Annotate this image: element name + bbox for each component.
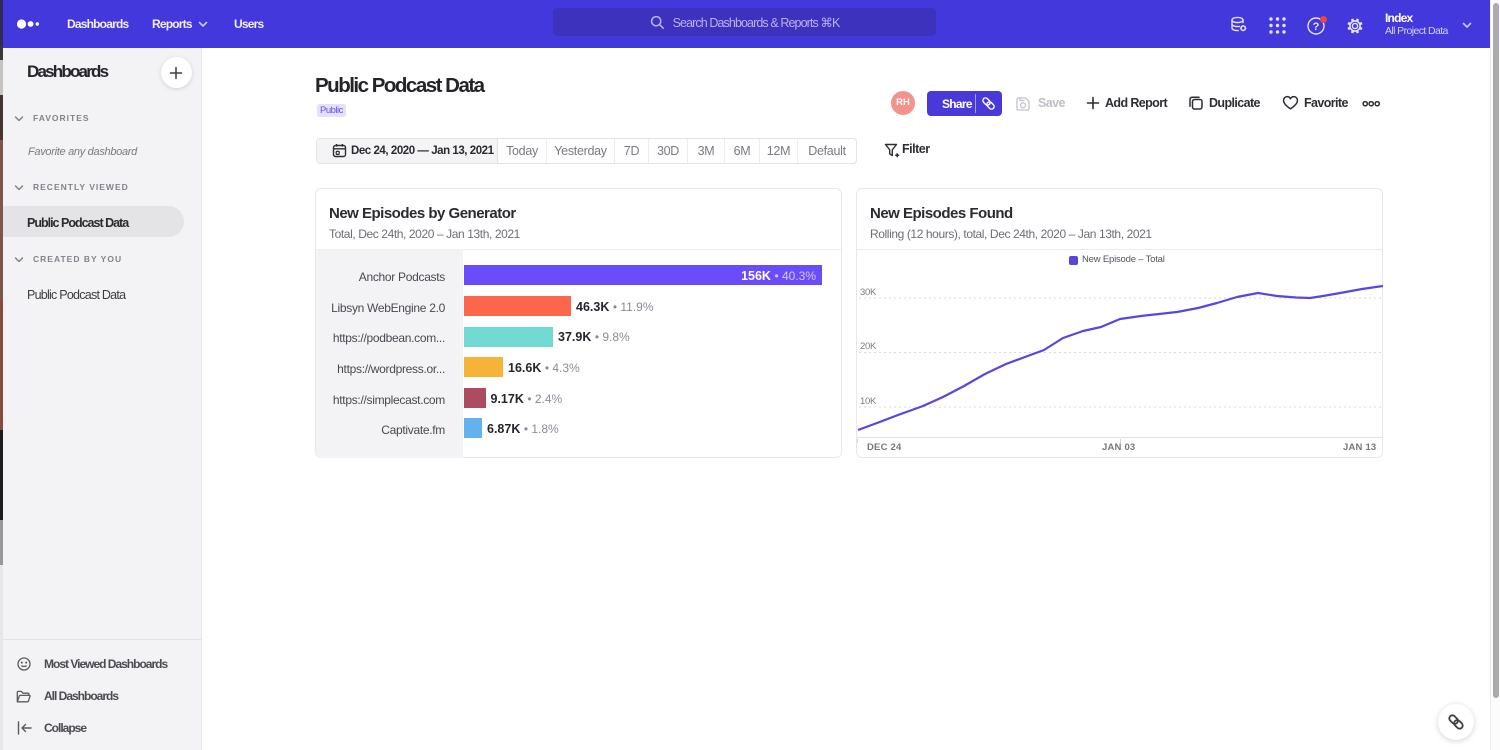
svg-text:?: ? — [1313, 21, 1320, 33]
